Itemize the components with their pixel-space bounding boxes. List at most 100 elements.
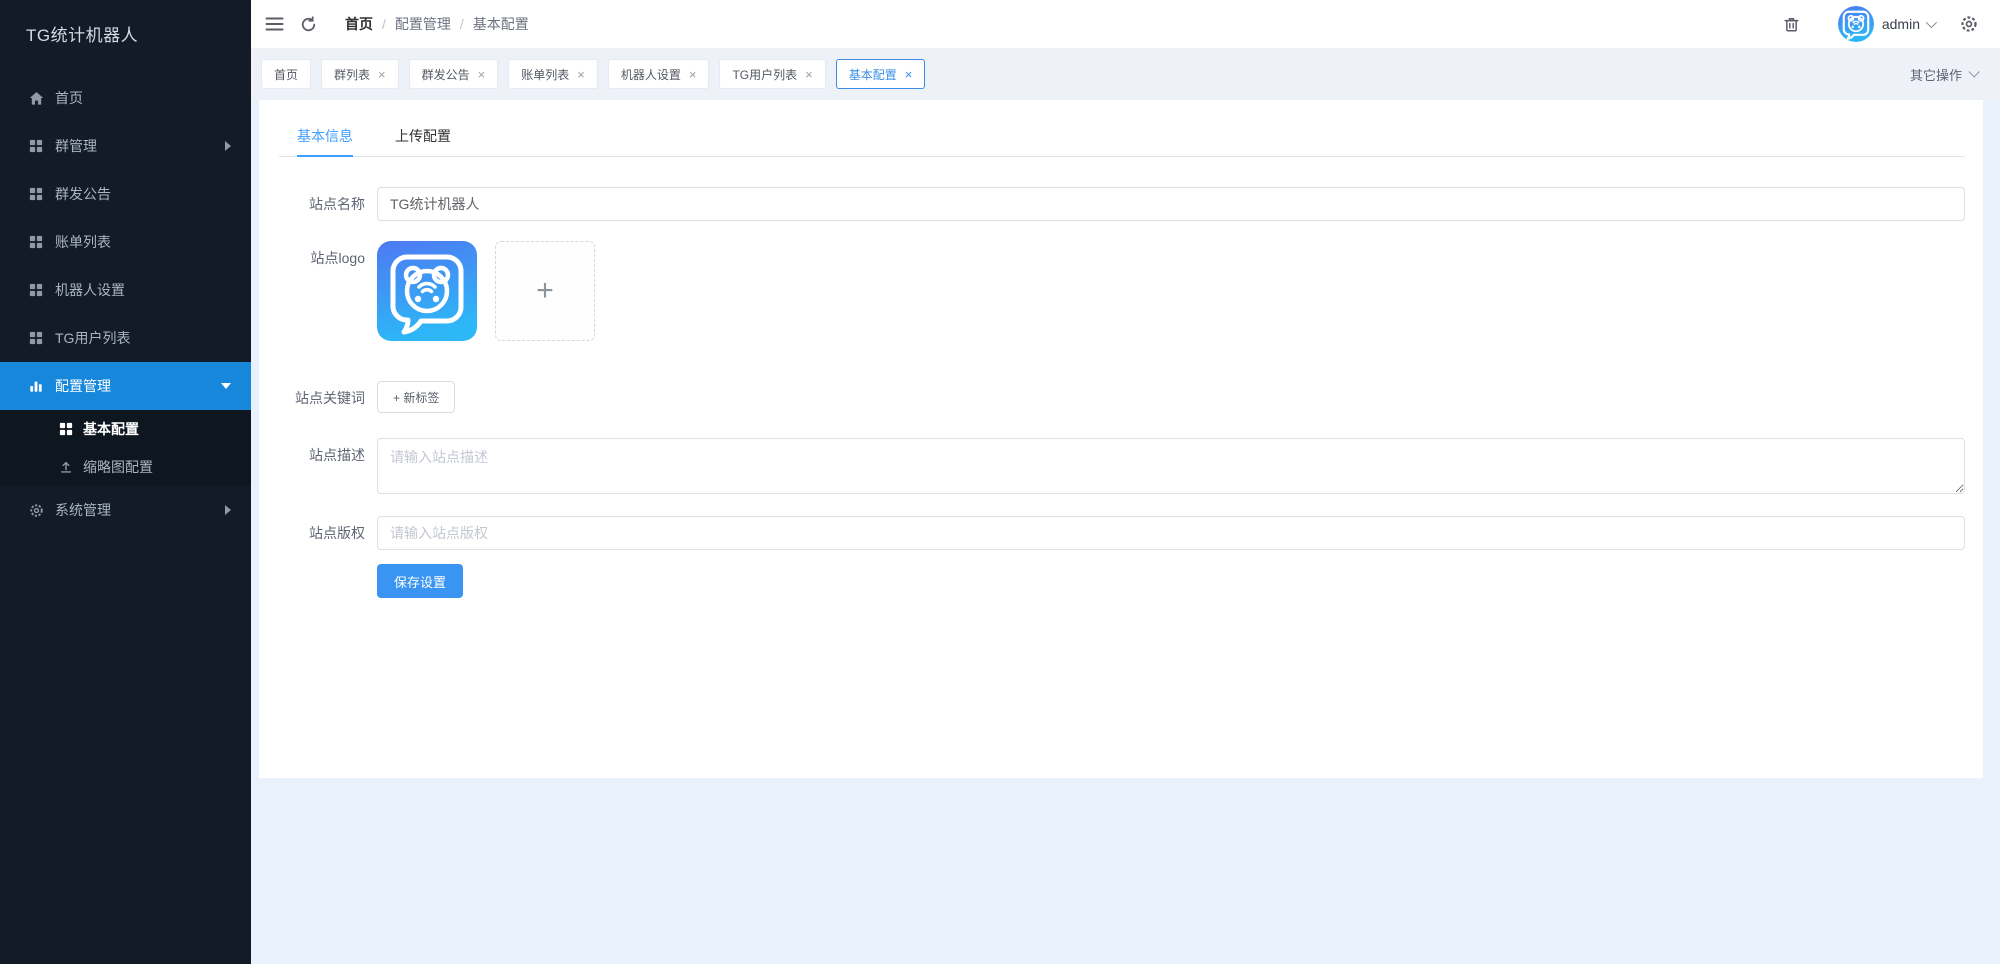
username-label[interactable]: admin — [1882, 16, 1920, 32]
avatar[interactable] — [1837, 6, 1874, 42]
tag-tab-label: 基本配置 — [848, 67, 897, 82]
tag-tab-label: TG用户列表 — [732, 67, 798, 82]
hamburger-icon[interactable] — [265, 16, 284, 32]
breadcrumb-basic-config: 基本配置 — [472, 16, 529, 32]
add-tag-button[interactable]: + 新标签 — [377, 381, 456, 413]
sidebar: TG统计机器人 首页 群管理 群发公告 账单列表 机器人设置 TG用户列表 配置… — [0, 0, 251, 964]
site-copyright-input[interactable] — [377, 516, 1965, 550]
site-keywords-label: 站点关键词 — [295, 390, 365, 406]
close-icon[interactable]: × — [689, 68, 697, 81]
home-icon — [28, 90, 44, 106]
tag-tab-label: 机器人设置 — [620, 67, 681, 82]
sidebar-item-label: 配置管理 — [55, 378, 111, 394]
tag-tab-label: 账单列表 — [521, 67, 570, 82]
grid-icon — [28, 282, 44, 298]
site-copyright-label: 站点版权 — [309, 525, 365, 541]
bar-chart-icon — [28, 378, 44, 394]
grid-icon — [28, 186, 44, 202]
sidebar-item-label: 群管理 — [55, 138, 97, 154]
site-logo-image[interactable] — [377, 241, 477, 341]
site-name-input[interactable] — [377, 187, 1965, 221]
sidebar-item-broadcast[interactable]: 群发公告 — [0, 170, 251, 218]
breadcrumb: 首页 / 配置管理 / 基本配置 — [345, 14, 529, 34]
tag-tab-bills[interactable]: 账单列表 × — [508, 59, 598, 89]
sidebar-item-label: 群发公告 — [55, 186, 111, 202]
grid-icon — [28, 138, 44, 154]
sidebar-item-label: 缩略图配置 — [83, 459, 153, 475]
tag-tab-label: 群发公告 — [421, 67, 470, 82]
more-operations-label: 其它操作 — [1909, 67, 1962, 83]
app-title: TG统计机器人 — [26, 25, 139, 45]
sidebar-item-label: 系统管理 — [55, 502, 111, 518]
top-header: 首页 / 配置管理 / 基本配置 admin — [251, 0, 2000, 48]
main-area: 首页 / 配置管理 / 基本配置 admin 首页 群列表 × 群发公告 × 账… — [251, 0, 2000, 964]
site-logo-label: 站点logo — [310, 250, 365, 266]
content-card: 基本信息 上传配置 站点名称 站点logo — [259, 100, 1983, 778]
tag-tab-basic-config[interactable]: 基本配置 × — [835, 59, 926, 89]
site-name-label: 站点名称 — [309, 196, 365, 212]
content-wrap: 基本信息 上传配置 站点名称 站点logo — [251, 100, 2000, 964]
more-operations-dropdown[interactable]: 其它操作 — [1909, 48, 1980, 100]
site-desc-textarea[interactable] — [377, 438, 1965, 494]
sidebar-item-system-manage[interactable]: 系统管理 — [0, 486, 251, 534]
sidebar-menu: 首页 群管理 群发公告 账单列表 机器人设置 TG用户列表 配置管理 基本配置 … — [0, 74, 251, 534]
site-desc-label: 站点描述 — [309, 447, 365, 463]
sidebar-item-label: 基本配置 — [83, 421, 139, 437]
app-root: TG统计机器人 首页 群管理 群发公告 账单列表 机器人设置 TG用户列表 配置… — [0, 0, 2000, 964]
sidebar-item-label: 账单列表 — [55, 234, 111, 250]
content-tabs: 基本信息 上传配置 — [279, 116, 1965, 157]
breadcrumb-separator: / — [382, 16, 386, 32]
sidebar-item-label: 机器人设置 — [55, 282, 125, 298]
sidebar-item-bills[interactable]: 账单列表 — [0, 218, 251, 266]
form-row-site-keywords: 站点关键词 + 新标签 — [279, 381, 1965, 415]
save-settings-button[interactable]: 保存设置 — [377, 564, 464, 598]
chevron-down-icon — [221, 383, 231, 389]
breadcrumb-config-manage: 配置管理 — [394, 16, 451, 32]
grid-icon — [28, 330, 44, 346]
sidebar-item-config-manage[interactable]: 配置管理 — [0, 362, 251, 410]
close-icon[interactable]: × — [577, 68, 585, 81]
sidebar-item-group-manage[interactable]: 群管理 — [0, 122, 251, 170]
tag-tab-label: 群列表 — [334, 67, 371, 82]
plus-icon: + — [536, 274, 554, 307]
sidebar-item-label: 首页 — [55, 90, 83, 106]
sidebar-submenu-config: 基本配置 缩略图配置 — [0, 410, 251, 486]
tags-view-bar: 首页 群列表 × 群发公告 × 账单列表 × 机器人设置 × TG用户列表 × — [251, 48, 2000, 100]
chevron-right-icon — [225, 505, 231, 515]
refresh-icon[interactable] — [300, 15, 317, 33]
logo-upload-button[interactable]: + — [495, 241, 595, 341]
sidebar-item-thumbnail-config[interactable]: 缩略图配置 — [0, 448, 251, 486]
breadcrumb-home[interactable]: 首页 — [345, 14, 373, 34]
close-icon[interactable]: × — [478, 68, 486, 81]
grid-icon — [58, 422, 73, 437]
chevron-down-icon[interactable] — [1925, 16, 1938, 29]
sidebar-item-tg-users[interactable]: TG用户列表 — [0, 314, 251, 362]
tab-upload-config[interactable]: 上传配置 — [395, 116, 451, 156]
sidebar-item-home[interactable]: 首页 — [0, 74, 251, 122]
close-icon[interactable]: × — [905, 68, 913, 81]
sidebar-item-robot-settings[interactable]: 机器人设置 — [0, 266, 251, 314]
sidebar-item-label: TG用户列表 — [55, 330, 131, 346]
tag-tab-group-list[interactable]: 群列表 × — [321, 59, 399, 89]
form-row-site-copyright: 站点版权 — [279, 516, 1965, 550]
chevron-down-icon — [1968, 66, 1980, 78]
tag-tab-robot-settings[interactable]: 机器人设置 × — [607, 59, 710, 89]
tag-tab-tg-users[interactable]: TG用户列表 × — [719, 59, 826, 89]
gear-icon[interactable] — [1960, 15, 1978, 33]
tag-tab-broadcast[interactable]: 群发公告 × — [408, 59, 499, 89]
form-row-site-logo: 站点logo + — [279, 241, 1965, 341]
breadcrumb-separator: / — [459, 16, 464, 32]
basic-config-form: 站点名称 站点logo — [279, 187, 1965, 598]
trash-icon[interactable] — [1783, 16, 1800, 33]
tab-basic-info[interactable]: 基本信息 — [297, 116, 353, 157]
gear-icon — [28, 502, 44, 518]
header-right: admin — [1783, 6, 1978, 42]
close-icon[interactable]: × — [805, 68, 813, 81]
form-row-save: 保存设置 — [279, 564, 1965, 598]
close-icon[interactable]: × — [378, 68, 386, 81]
form-row-site-name: 站点名称 — [279, 187, 1965, 221]
tag-tab-home[interactable]: 首页 — [261, 59, 312, 89]
chevron-right-icon — [225, 141, 231, 151]
sidebar-item-basic-config[interactable]: 基本配置 — [0, 410, 251, 448]
grid-icon — [28, 234, 44, 250]
